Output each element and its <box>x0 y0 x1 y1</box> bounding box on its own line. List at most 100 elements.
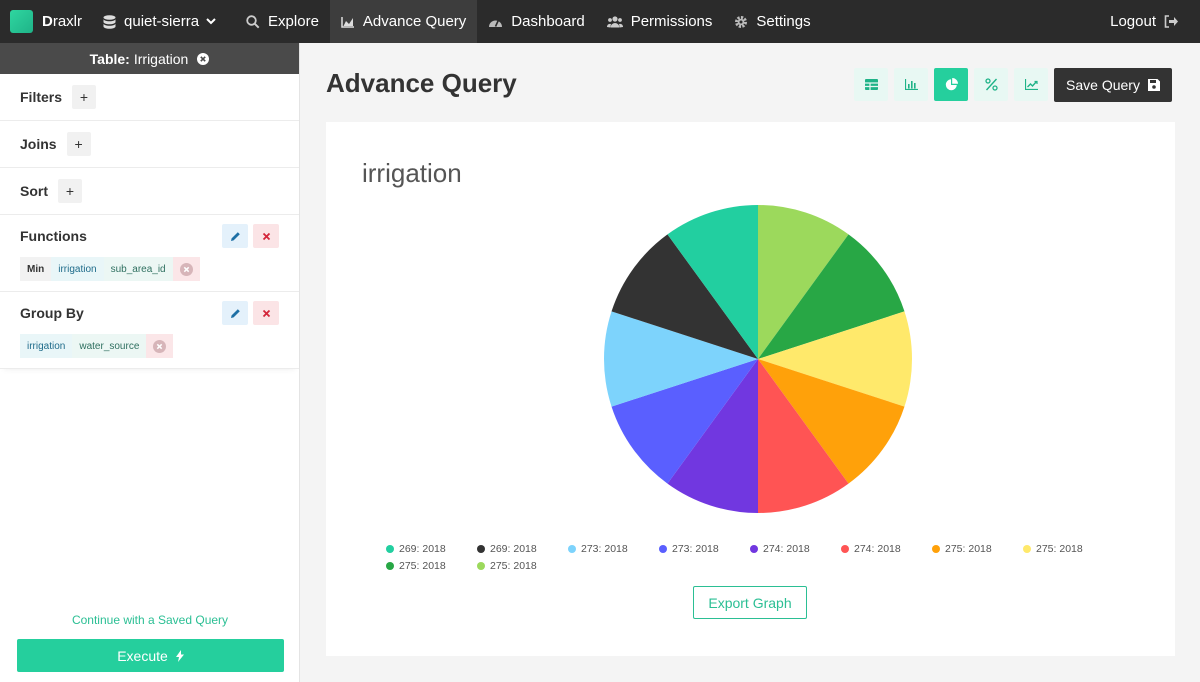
table-view-button[interactable] <box>854 68 888 101</box>
legend-item[interactable]: 274: 2018 <box>750 540 841 557</box>
legend-dot <box>1023 544 1031 553</box>
nav-dashboard[interactable]: Dashboard <box>477 0 595 43</box>
add-join-button[interactable]: + <box>66 132 91 156</box>
nav-permissions-label: Permissions <box>630 13 713 30</box>
function-table: irrigation <box>51 257 104 281</box>
pencil-icon <box>230 308 240 318</box>
legend-dot <box>841 544 849 553</box>
area-chart-icon <box>341 16 354 28</box>
close-icon <box>262 232 270 240</box>
legend-label: 269: 2018 <box>490 542 537 555</box>
nav-settings-label: Settings <box>756 13 811 30</box>
function-column: sub_area_id <box>103 257 173 281</box>
pie-chart-icon <box>945 78 958 91</box>
group-by-table: irrigation <box>20 334 73 358</box>
logout-button[interactable]: Logout <box>1099 0 1200 43</box>
function-name: Min <box>20 257 52 281</box>
brand-name: Draxlr <box>42 13 83 30</box>
add-sort-button[interactable]: + <box>58 179 82 203</box>
sort-title: Sort <box>20 183 48 199</box>
line-chart-button[interactable] <box>1014 68 1048 101</box>
page-title: Advance Query <box>326 68 517 98</box>
nav-settings[interactable]: Settings <box>723 0 821 43</box>
pencil-icon <box>230 231 240 241</box>
legend-label: 275: 2018 <box>399 559 446 572</box>
pie-chart-button[interactable] <box>934 68 968 101</box>
filters-title: Filters <box>20 89 63 105</box>
add-filter-button[interactable]: + <box>72 85 97 109</box>
saved-query-link[interactable]: Continue with a Saved Query <box>0 613 300 629</box>
legend-label: 275: 2018 <box>1036 542 1083 555</box>
legend-label: 273: 2018 <box>672 542 719 555</box>
visualization-toolbar <box>854 68 1054 101</box>
logout-label: Logout <box>1110 13 1156 30</box>
legend-item[interactable]: 275: 2018 <box>932 540 1023 557</box>
legend-item[interactable]: 275: 2018 <box>1023 540 1114 557</box>
percent-chart-button[interactable] <box>974 68 1008 101</box>
chart-card: irrigation 269: 2018 269: 2018 273: 2018 27… <box>326 122 1175 656</box>
nav-explore[interactable]: Explore <box>235 0 330 43</box>
group-by-title: Group By <box>20 305 84 321</box>
delete-functions-button[interactable] <box>253 224 279 248</box>
legend-dot <box>386 544 394 553</box>
delete-group-by-button[interactable] <box>253 301 279 325</box>
database-name: quiet-sierra <box>124 13 200 30</box>
legend-dot <box>750 544 758 553</box>
save-query-label: Save Query <box>1066 77 1140 93</box>
joins-section: Joins + <box>0 121 299 168</box>
legend-item[interactable]: 274: 2018 <box>841 540 932 557</box>
legend-label: 273: 2018 <box>581 542 628 555</box>
database-selector[interactable]: quiet-sierra <box>92 0 235 43</box>
legend-dot <box>386 561 394 570</box>
floppy-disk-icon <box>1147 79 1160 91</box>
joins-title: Joins <box>20 136 57 152</box>
execute-label: Execute <box>117 647 168 664</box>
clear-table-icon[interactable] <box>197 52 210 65</box>
table-selector-bar[interactable]: Table: Irrigation <box>0 43 299 74</box>
nav-dashboard-label: Dashboard <box>511 13 585 30</box>
remove-function-button[interactable] <box>172 257 200 281</box>
users-icon <box>606 15 623 27</box>
percent-icon <box>984 78 998 91</box>
query-builder-sidebar: Table: Irrigation Filters + Joins + Sort… <box>0 43 300 682</box>
gauge-icon <box>489 19 503 27</box>
draxlr-logo-icon <box>10 10 33 33</box>
functions-section: Functions Min irrigation sub_area_id <box>0 215 299 292</box>
nav-explore-label: Explore <box>268 13 319 30</box>
group-by-column: water_source <box>72 334 147 358</box>
nav-advance-query[interactable]: Advance Query <box>329 0 478 43</box>
save-query-button[interactable]: Save Query <box>1054 68 1172 102</box>
pie-chart <box>604 205 912 513</box>
edit-group-by-button[interactable] <box>222 301 248 325</box>
legend-item[interactable]: 273: 2018 <box>568 540 659 557</box>
search-icon <box>246 14 260 28</box>
function-chip: Min irrigation sub_area_id <box>20 257 279 281</box>
legend-item[interactable]: 269: 2018 <box>477 540 568 557</box>
top-navbar: Draxlr quiet-sierra Explore Advance Quer… <box>0 0 1200 43</box>
bar-chart-button[interactable] <box>894 68 928 101</box>
table-label: Table: <box>89 50 130 67</box>
execute-button[interactable]: Execute <box>17 639 284 672</box>
nav-advance-query-label: Advance Query <box>362 13 467 30</box>
legend-label: 275: 2018 <box>490 559 537 572</box>
legend-label: 274: 2018 <box>763 542 810 555</box>
filters-section: Filters + <box>0 74 299 121</box>
legend-item[interactable]: 273: 2018 <box>659 540 750 557</box>
legend-dot <box>659 544 667 553</box>
legend-label: 274: 2018 <box>854 542 901 555</box>
nav-permissions[interactable]: Permissions <box>596 0 724 43</box>
legend-item[interactable]: 269: 2018 <box>386 540 477 557</box>
brand[interactable]: Draxlr <box>0 0 92 43</box>
edit-functions-button[interactable] <box>222 224 248 248</box>
legend-item[interactable]: 275: 2018 <box>386 557 477 574</box>
legend-dot <box>477 544 485 553</box>
export-graph-button[interactable]: Export Graph <box>693 586 807 619</box>
legend-item[interactable]: 275: 2018 <box>477 557 568 574</box>
database-icon <box>103 14 116 29</box>
chevron-down-icon <box>206 18 216 25</box>
bolt-icon <box>175 649 184 662</box>
legend-dot <box>477 561 485 570</box>
close-icon <box>262 309 270 317</box>
remove-group-by-button[interactable] <box>146 334 174 358</box>
line-chart-icon <box>1024 79 1038 90</box>
